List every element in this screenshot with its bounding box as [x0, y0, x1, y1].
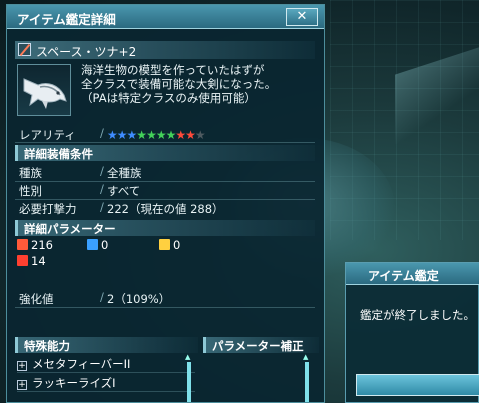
identify-dialog: アイテム鑑定 鑑定が終了しました。	[345, 262, 479, 403]
window-title: アイテム鑑定詳細	[17, 12, 116, 27]
separator: /	[100, 182, 104, 196]
separator: /	[100, 290, 104, 304]
separator: /	[100, 200, 104, 214]
ranged-attack-icon	[87, 239, 98, 250]
tech-attack-icon	[159, 239, 170, 250]
rarity-star-filled-icon: ★	[185, 128, 196, 142]
rarity-star-filled-icon: ★	[146, 128, 157, 142]
race-value: 全種族	[107, 166, 142, 180]
rarity-star-empty-icon: ★	[194, 128, 206, 142]
rarity-star-filled-icon: ★	[155, 128, 167, 142]
tuna-sword-icon	[23, 78, 67, 109]
item-name-bar: スペース・ツナ+2	[15, 41, 315, 59]
tech-attack-value: 0	[173, 238, 181, 252]
gender-label: 性別	[19, 184, 42, 198]
ranged-attack-stat: 0	[87, 238, 108, 252]
close-button[interactable]: ✕	[286, 8, 318, 26]
fire-element-stat: 14	[17, 254, 46, 268]
melee-attack-icon	[17, 239, 28, 250]
divider	[15, 181, 315, 182]
divider	[15, 199, 315, 200]
identify-dialog-message: 鑑定が終了しました。	[360, 308, 475, 322]
window-titlebar: アイテム鑑定詳細 ✕	[7, 5, 324, 29]
rarity-label: レアリティ	[19, 128, 76, 142]
fire-element-icon	[17, 255, 28, 266]
identify-dialog-title: アイテム鑑定	[368, 269, 439, 283]
item-thumbnail	[17, 64, 71, 116]
scroll-up-arrow[interactable]: ▲	[303, 353, 308, 361]
expand-icon[interactable]: +	[17, 380, 27, 390]
rarity-star-filled-icon: ★	[136, 128, 147, 142]
divider	[15, 307, 315, 308]
description-line: 海洋生物の模型を作っていたはずが	[81, 63, 265, 77]
identify-dialog-titlebar: アイテム鑑定	[346, 263, 479, 285]
separator: /	[100, 164, 104, 178]
ranged-attack-value: 0	[101, 238, 109, 252]
description-line: （PAは特定クラスのみ使用可能）	[81, 91, 256, 105]
special-ability-row[interactable]: + ラッキーライズI	[17, 375, 195, 392]
melee-attack-value: 216	[31, 238, 53, 252]
melee-attack-stat: 216	[17, 238, 53, 252]
description-line: 全クラスで装備可能な大剣になった。	[81, 77, 277, 91]
special-ability-header-label: 特殊能力	[24, 339, 70, 353]
fire-element-value: 14	[31, 254, 46, 268]
parameters-header-label: 詳細パラメーター	[24, 222, 116, 236]
rarity-star-filled-icon: ★	[126, 128, 138, 142]
bonus-scroll-thumb[interactable]	[305, 362, 309, 402]
grind-label: 強化値	[19, 292, 54, 306]
rarity-star-filled-icon: ★	[116, 128, 128, 142]
rarity-star-filled-icon: ★	[165, 128, 177, 142]
race-label: 種族	[19, 166, 42, 180]
sword-icon	[18, 43, 31, 56]
separator: /	[100, 126, 104, 140]
rarity-stars: ★★★★★★★★★★	[107, 128, 206, 142]
grind-value: 2（109%）	[107, 292, 171, 306]
special-ability-name: ラッキーライズI	[32, 376, 116, 390]
divider	[15, 142, 315, 143]
special-ability-row[interactable]: + メセタフィーバーII	[17, 356, 195, 373]
scroll-up-arrow[interactable]: ▲	[185, 353, 190, 361]
special-ability-header: 特殊能力	[15, 337, 198, 353]
rarity-star-filled-icon: ★	[107, 128, 118, 142]
special-ability-name: メセタフィーバーII	[32, 357, 131, 371]
tech-attack-stat: 0	[159, 238, 180, 252]
item-name: スペース・ツナ+2	[36, 45, 137, 59]
expand-icon[interactable]: +	[17, 361, 27, 371]
item-detail-window: アイテム鑑定詳細 ✕ スペース・ツナ+2 海洋生物の模型を作っていたはずが 全ク…	[6, 4, 325, 403]
item-description: 海洋生物の模型を作っていたはずが 全クラスで装備可能な大剣になった。 （PAは特…	[81, 63, 321, 105]
param-bonus-header: パラメーター補正	[203, 337, 319, 353]
param-bonus-header-label: パラメーター補正	[212, 339, 304, 353]
requirements-header-label: 詳細装備条件	[24, 147, 93, 161]
rarity-star-filled-icon: ★	[175, 128, 186, 142]
required-attack-label: 必要打撃力	[19, 202, 77, 216]
required-attack-value: 222（現在の値 288）	[107, 202, 224, 216]
gender-value: すべて	[107, 184, 141, 198]
requirements-header: 詳細装備条件	[15, 145, 315, 161]
parameters-header: 詳細パラメーター	[15, 220, 315, 236]
ability-scroll-thumb[interactable]	[187, 362, 191, 402]
confirm-button[interactable]	[356, 374, 479, 396]
